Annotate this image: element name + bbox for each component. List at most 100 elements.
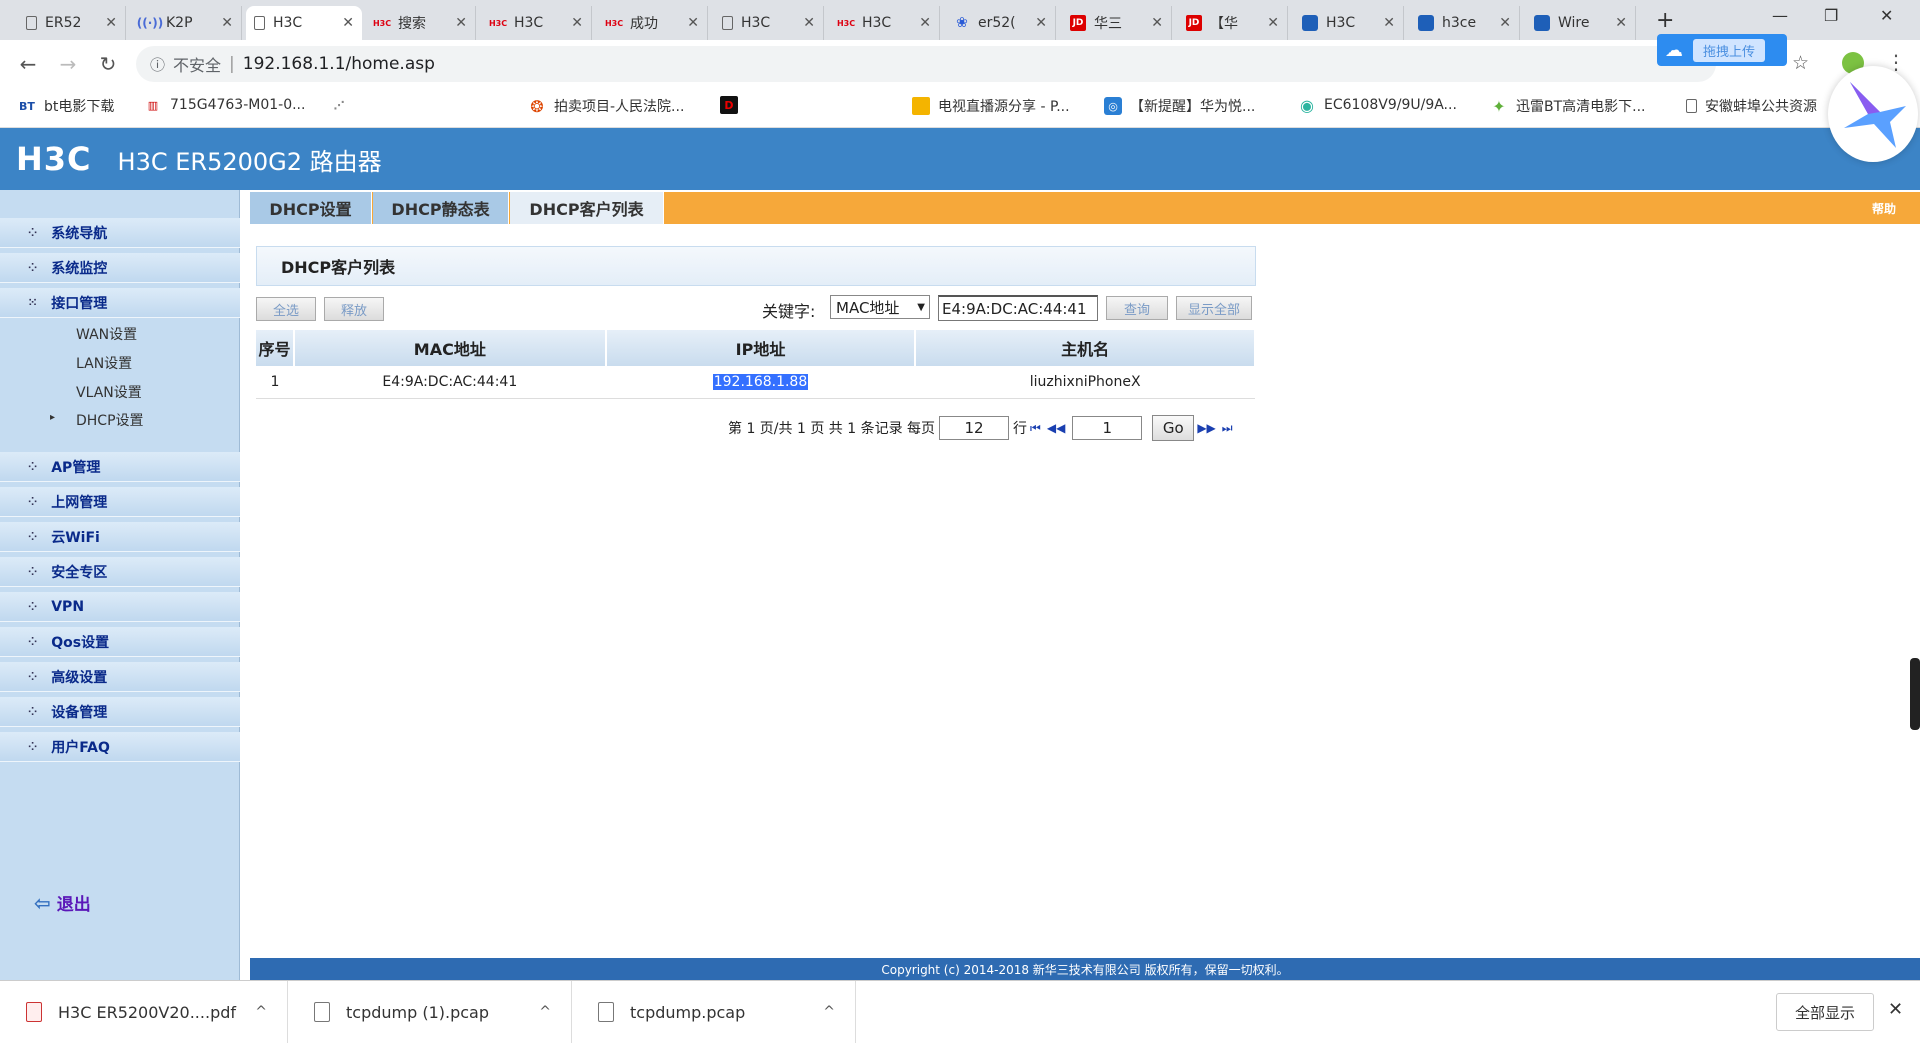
restore-button[interactable]: ❐ bbox=[1824, 6, 1838, 25]
logout-button[interactable]: ⇦ 退出 bbox=[34, 890, 91, 916]
page-number-input[interactable]: 1 bbox=[1072, 416, 1143, 440]
bookmark-item[interactable]: D bbox=[720, 96, 746, 114]
col-ip[interactable]: IP地址 bbox=[605, 330, 917, 366]
sidebar-sub-dhcp[interactable]: DHCP设置 bbox=[76, 410, 144, 430]
bookmark-item[interactable]: ✦ 迅雷BT高清电影下... bbox=[1490, 96, 1645, 116]
select-all-button[interactable]: 全选 bbox=[256, 297, 316, 321]
chevron-up-icon[interactable]: ^ bbox=[255, 1004, 267, 1020]
close-icon[interactable]: ✕ bbox=[1499, 15, 1511, 31]
chevron-up-icon[interactable]: ^ bbox=[823, 1004, 835, 1020]
download-item[interactable]: tcpdump (1).pcap ^ bbox=[288, 981, 572, 1043]
download-item[interactable]: tcpdump.pcap ^ bbox=[572, 981, 856, 1043]
close-icon[interactable]: ✕ bbox=[1383, 15, 1395, 31]
col-index[interactable]: 序号 bbox=[256, 330, 295, 366]
sidebar-item-vpn[interactable]: ⁘ VPN bbox=[0, 592, 240, 622]
browser-tab[interactable]: JD 【华 ✕ bbox=[1178, 6, 1288, 40]
close-icon[interactable]: ✕ bbox=[105, 15, 117, 31]
go-button[interactable]: Go bbox=[1152, 415, 1195, 441]
browser-tab[interactable]: ((·)) K2P ✕ bbox=[134, 6, 242, 40]
bookmark-item[interactable]: BT bt电影下载 bbox=[18, 96, 114, 116]
bookmark-item[interactable]: ⋰ bbox=[330, 96, 356, 114]
sidebar-item-system-monitor[interactable]: ⁘ 系统监控 bbox=[0, 253, 240, 283]
cloud-upload-widget[interactable]: ☁ 拖拽上传 bbox=[1657, 34, 1787, 66]
col-mac[interactable]: MAC地址 bbox=[293, 330, 607, 366]
tab-dhcp-static[interactable]: DHCP静态表 bbox=[373, 192, 509, 224]
bookmark-item[interactable]: ▥ 715G4763-M01-0... bbox=[144, 96, 306, 114]
help-link[interactable]: 帮助 bbox=[1872, 200, 1896, 217]
per-page-input[interactable]: 12 bbox=[939, 416, 1010, 440]
close-icon[interactable]: ✕ bbox=[1615, 15, 1627, 31]
tab-dhcp-client-list[interactable]: DHCP客户列表 bbox=[510, 192, 664, 224]
close-icon[interactable]: ✕ bbox=[919, 15, 931, 31]
show-all-downloads-button[interactable]: 全部显示 bbox=[1776, 993, 1874, 1031]
info-icon[interactable]: ⓘ bbox=[150, 54, 165, 75]
tab-dhcp-settings[interactable]: DHCP设置 bbox=[250, 192, 372, 224]
reload-button[interactable]: ↻ bbox=[88, 52, 128, 76]
close-downloads-icon[interactable]: ✕ bbox=[1888, 999, 1903, 1020]
browser-tab[interactable]: H3C H3C ✕ bbox=[830, 6, 940, 40]
close-icon[interactable]: ✕ bbox=[221, 15, 233, 31]
close-icon[interactable]: ✕ bbox=[1267, 15, 1279, 31]
close-icon[interactable]: ✕ bbox=[687, 15, 699, 31]
new-tab-button[interactable]: + bbox=[1656, 8, 1674, 33]
bookmark-item[interactable]: 电视直播源分享 - P... bbox=[912, 96, 1070, 116]
table-row[interactable]: 1 E4:9A:DC:AC:44:41 192.168.1.88 liuzhix… bbox=[256, 366, 1255, 399]
scrollbar-handle[interactable] bbox=[1910, 658, 1920, 730]
browser-tab-active[interactable]: H3C ✕ bbox=[246, 6, 362, 40]
sidebar-sub-wan[interactable]: WAN设置 bbox=[76, 324, 137, 344]
url-bar[interactable]: ⓘ 不安全 | 192.168.1.1/home.asp bbox=[136, 46, 1716, 82]
address-toolbar: ← → ↻ ⓘ 不安全 | 192.168.1.1/home.asp ☆ ⋮ bbox=[0, 40, 1920, 88]
col-hostname[interactable]: 主机名 bbox=[915, 330, 1256, 366]
first-page-icon[interactable]: ⏮ bbox=[1030, 421, 1041, 436]
sidebar-item-qos[interactable]: ⁘ Qos设置 bbox=[0, 627, 240, 657]
browser-tab[interactable]: Wire ✕ bbox=[1526, 6, 1636, 40]
chevron-up-icon[interactable]: ^ bbox=[539, 1004, 551, 1020]
keyword-type-select[interactable]: MAC地址 ▼ bbox=[830, 295, 930, 319]
sidebar-item-advanced[interactable]: ⁘ 高级设置 bbox=[0, 662, 240, 692]
download-item[interactable]: H3C ER5200V20....pdf ^ bbox=[0, 981, 288, 1043]
keyword-input[interactable]: E4:9A:DC:AC:44:41 bbox=[938, 295, 1098, 321]
next-page-icon[interactable]: ▶▶ bbox=[1197, 421, 1215, 435]
last-page-icon[interactable]: ⏭ bbox=[1222, 421, 1233, 436]
bookmark-item[interactable]: 安徽蚌埠公共资源 bbox=[1686, 96, 1817, 116]
prev-page-icon[interactable]: ◀◀ bbox=[1047, 421, 1065, 435]
back-button[interactable]: ← bbox=[8, 52, 48, 76]
browser-tab[interactable]: H3C ✕ bbox=[714, 6, 824, 40]
browser-tab[interactable]: H3C 搜索 ✕ bbox=[366, 6, 476, 40]
sidebar-item-interface[interactable]: ⁙ 接口管理 bbox=[0, 288, 240, 318]
bird-icon bbox=[1844, 82, 1906, 148]
sidebar-item-internet[interactable]: ⁘ 上网管理 bbox=[0, 487, 240, 517]
sidebar-sub-lan[interactable]: LAN设置 bbox=[76, 353, 132, 373]
close-icon[interactable]: ✕ bbox=[803, 15, 815, 31]
window-close-button[interactable]: ✕ bbox=[1880, 6, 1893, 25]
browser-tab[interactable]: h3ce ✕ bbox=[1410, 6, 1520, 40]
sidebar-item-ap[interactable]: ⁘ AP管理 bbox=[0, 452, 240, 482]
minimize-button[interactable]: — bbox=[1772, 6, 1788, 25]
browser-tab[interactable]: H3C H3C ✕ bbox=[482, 6, 592, 40]
close-icon[interactable]: ✕ bbox=[455, 15, 467, 31]
floating-bird-widget[interactable] bbox=[1828, 66, 1918, 162]
close-icon[interactable]: ✕ bbox=[342, 15, 354, 31]
browser-tab[interactable]: H3C ✕ bbox=[1294, 6, 1404, 40]
sidebar-item-cloud-wifi[interactable]: ⁘ 云WiFi bbox=[0, 522, 240, 552]
star-icon[interactable]: ☆ bbox=[1792, 52, 1809, 74]
show-all-button[interactable]: 显示全部 bbox=[1176, 296, 1252, 320]
browser-tab[interactable]: H3C 成功 ✕ bbox=[598, 6, 708, 40]
close-icon[interactable]: ✕ bbox=[571, 15, 583, 31]
browser-tab[interactable]: JD 华三 ✕ bbox=[1062, 6, 1172, 40]
release-button[interactable]: 释放 bbox=[324, 297, 384, 321]
sidebar-item-faq[interactable]: ⁘ 用户FAQ bbox=[0, 732, 240, 762]
browser-tab[interactable]: ❀ er52(✕ bbox=[946, 6, 1056, 40]
sidebar-item-system-nav[interactable]: ⁘ 系统导航 bbox=[0, 218, 240, 248]
close-icon[interactable]: ✕ bbox=[1151, 15, 1163, 31]
browser-tab[interactable]: ER52 ✕ bbox=[18, 6, 126, 40]
sidebar-item-device[interactable]: ⁘ 设备管理 bbox=[0, 697, 240, 727]
bookmark-item[interactable]: ◉ EC6108V9/9U/9A... bbox=[1298, 96, 1457, 115]
bookmark-item[interactable]: ❂ 拍卖项目-人民法院... bbox=[528, 96, 684, 116]
query-button[interactable]: 查询 bbox=[1106, 296, 1168, 320]
forward-button[interactable]: → bbox=[48, 52, 88, 76]
bookmark-item[interactable]: ◎ 【新提醒】华为悦... bbox=[1104, 96, 1255, 116]
sidebar-sub-vlan[interactable]: VLAN设置 bbox=[76, 382, 142, 402]
close-icon[interactable]: ✕ bbox=[1035, 15, 1047, 31]
sidebar-item-security[interactable]: ⁘ 安全专区 bbox=[0, 557, 240, 587]
